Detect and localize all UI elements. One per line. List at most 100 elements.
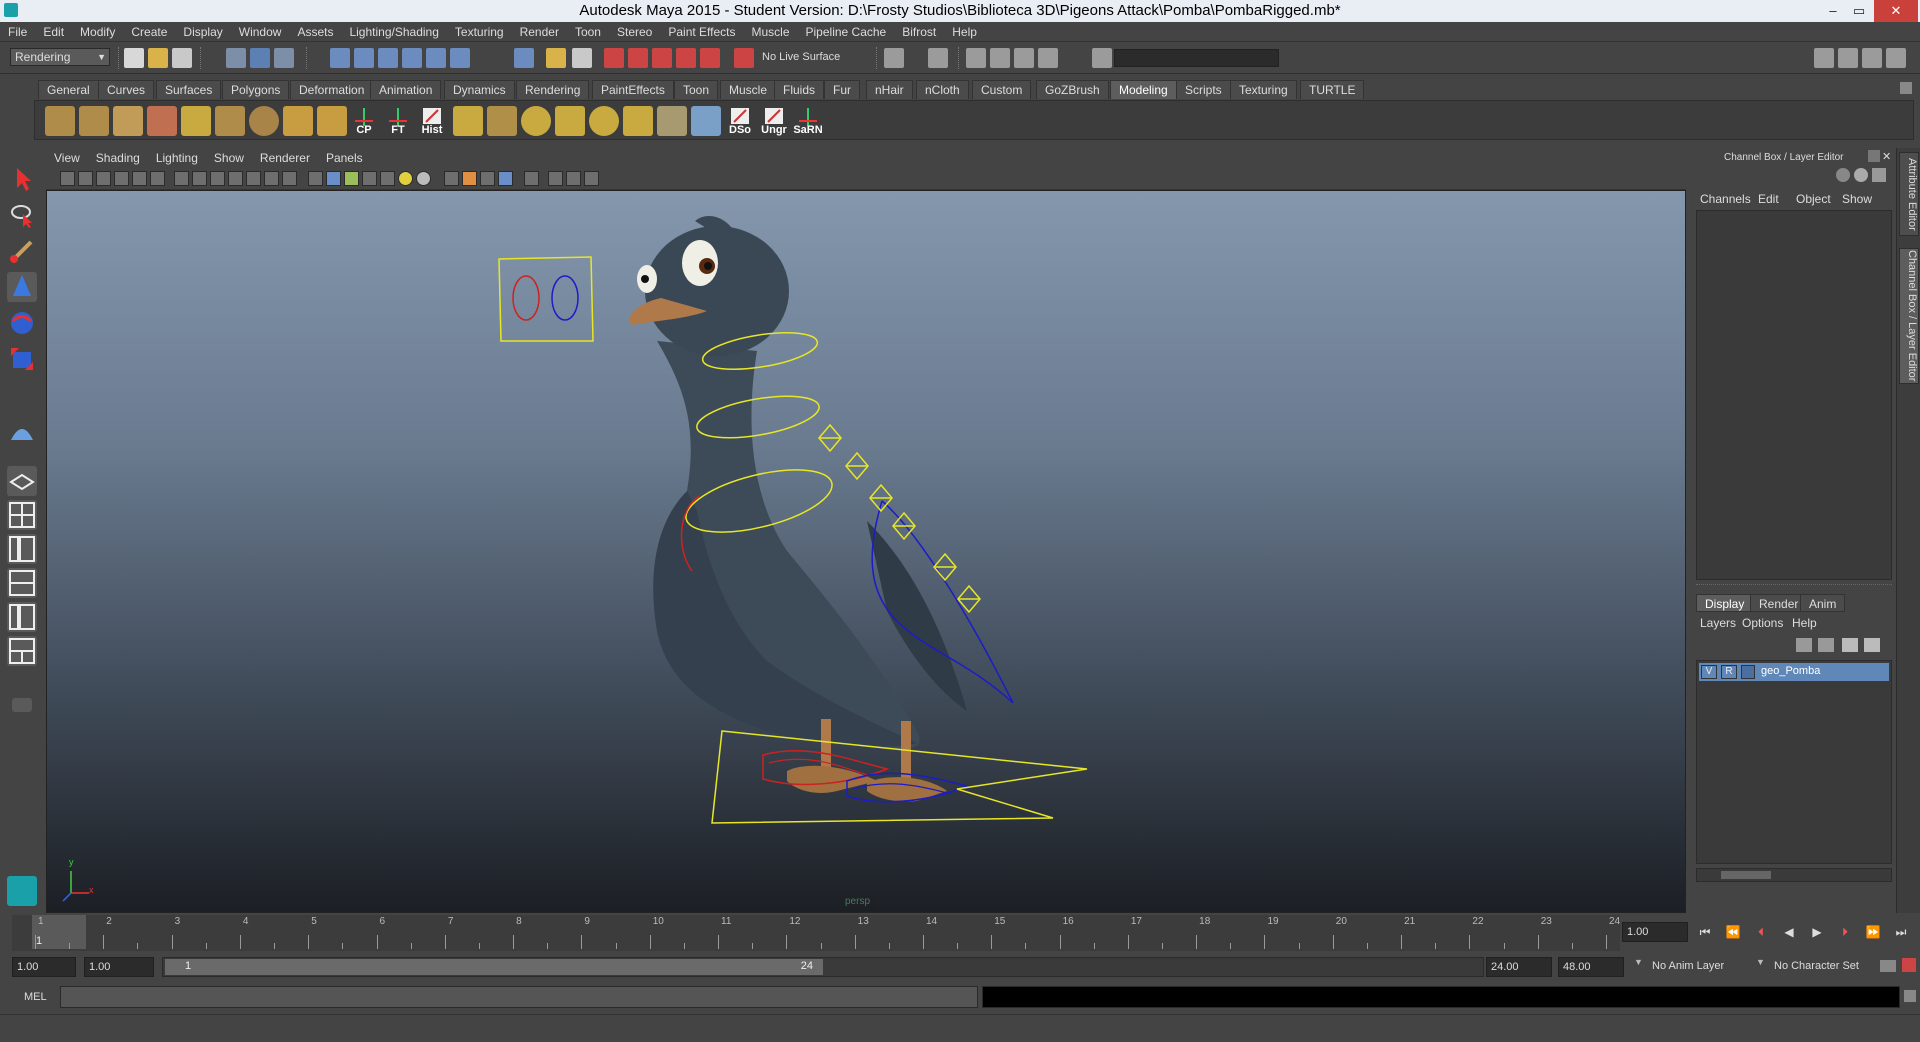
snap-curve-icon[interactable]	[354, 48, 374, 68]
hypershade-icon[interactable]	[700, 48, 720, 68]
gate-mask-icon[interactable]	[228, 171, 243, 186]
attribute-icon[interactable]	[1854, 168, 1868, 182]
shelf-tab-custom[interactable]: Custom	[972, 80, 1032, 99]
move-layer-up-icon[interactable]	[1842, 638, 1858, 652]
isolate-select-icon[interactable]	[498, 171, 513, 186]
menu-assets[interactable]: Assets	[289, 22, 341, 42]
step-back-frame-icon[interactable]: ⏴	[1750, 922, 1772, 942]
toolbox-collapse-icon[interactable]	[12, 698, 32, 712]
layer-row-geo-pomba[interactable]: V R geo_Pomba	[1699, 663, 1889, 681]
poly-plane-icon[interactable]	[79, 106, 109, 136]
end-time-field[interactable]: 48.00	[1558, 957, 1624, 977]
poly-merge-icon[interactable]	[283, 106, 313, 136]
animation-preferences-icon[interactable]	[1902, 958, 1916, 972]
film-gate-icon[interactable]	[192, 171, 207, 186]
go-to-end-icon[interactable]: ⏭	[1890, 922, 1912, 942]
move-layer-down-icon[interactable]	[1864, 638, 1880, 652]
script-persp-layout-icon[interactable]	[7, 636, 37, 666]
lasso-tool-icon[interactable]	[7, 200, 37, 230]
layer-color-swatch[interactable]	[1741, 665, 1755, 679]
snap-live-icon[interactable]	[426, 48, 446, 68]
snap-view-plane-icon[interactable]	[402, 48, 422, 68]
shelf-tab-polygons[interactable]: Polygons	[222, 80, 290, 99]
magnet-icon[interactable]	[734, 48, 754, 68]
input-line-icon[interactable]	[884, 48, 904, 68]
tool-settings-icon[interactable]	[990, 48, 1010, 68]
snap-grid-icon[interactable]	[330, 48, 350, 68]
step-forward-key-icon[interactable]: ⏩	[1862, 922, 1884, 942]
delete-history-button[interactable]: Hist	[417, 106, 447, 136]
menu-edit[interactable]: Edit	[35, 22, 72, 42]
menu-texturing[interactable]: Texturing	[447, 22, 512, 42]
quick-select-icon[interactable]	[1092, 48, 1112, 68]
poly-combine-icon[interactable]	[487, 106, 517, 136]
poly-bevel-icon[interactable]	[181, 106, 211, 136]
sculpt-icon[interactable]	[589, 106, 619, 136]
layer-visibility-toggle[interactable]: V	[1701, 665, 1717, 679]
sarn-button[interactable]: SaRN	[793, 106, 823, 136]
center-pivot-button[interactable]: CP	[349, 106, 379, 136]
screen-space-ao-icon[interactable]	[416, 171, 431, 186]
command-input[interactable]	[60, 986, 978, 1008]
shelf-tab-deformation[interactable]: Deformation	[290, 80, 374, 99]
menu-create[interactable]: Create	[123, 22, 175, 42]
menu-lighting-shading[interactable]: Lighting/Shading	[341, 22, 446, 42]
poly-split-icon[interactable]	[147, 106, 177, 136]
range-slider[interactable]: 1 24	[162, 957, 1484, 977]
character-set-dropdown[interactable]: No Character Set	[1774, 960, 1859, 972]
poly-extrude-icon[interactable]	[113, 106, 143, 136]
menu-channels[interactable]: Channels	[1700, 192, 1751, 206]
panel-splitter[interactable]	[1696, 584, 1892, 590]
rotate-tool-icon[interactable]	[7, 308, 37, 338]
render-current-icon[interactable]	[604, 48, 624, 68]
step-forward-frame-icon[interactable]: ⏵	[1834, 922, 1856, 942]
shelf-tab-muscle[interactable]: Muscle	[720, 80, 777, 99]
share-icon[interactable]	[584, 171, 599, 186]
menu-modify[interactable]: Modify	[72, 22, 123, 42]
poly-smooth-icon[interactable]	[453, 106, 483, 136]
step-back-key-icon[interactable]: ⏪	[1722, 922, 1744, 942]
shadows-icon[interactable]	[398, 171, 413, 186]
graph-persp-layout-icon[interactable]	[7, 568, 37, 598]
new-scene-icon[interactable]	[124, 48, 144, 68]
playback-start-field[interactable]: 1.00	[84, 957, 154, 977]
xray-joints-icon[interactable]	[548, 171, 563, 186]
depth-of-field-icon[interactable]	[480, 171, 495, 186]
shelf-tab-scripts[interactable]: Scripts	[1176, 80, 1231, 99]
shelf-tab-painteffects[interactable]: PaintEffects	[592, 80, 674, 99]
select-hierarchy-icon[interactable]	[226, 48, 246, 68]
snap-point-icon[interactable]	[378, 48, 398, 68]
menuset-dropdown[interactable]: Rendering ▼	[10, 48, 110, 66]
menu-muscle[interactable]: Muscle	[744, 22, 798, 42]
panel-menu-view[interactable]: View	[46, 148, 88, 168]
grid-toggle-icon[interactable]	[174, 171, 189, 186]
ipr-render-icon[interactable]	[628, 48, 648, 68]
panel-menu-shading[interactable]: Shading	[88, 148, 148, 168]
resolution-gate-icon[interactable]	[210, 171, 225, 186]
channel-list[interactable]	[1696, 210, 1892, 580]
shelf-tab-fluids[interactable]: Fluids	[774, 80, 825, 99]
xray-active-icon[interactable]	[566, 171, 581, 186]
channel-toggle-icon[interactable]	[1886, 48, 1906, 68]
safe-action-icon[interactable]	[264, 171, 279, 186]
menu-show[interactable]: Show	[1842, 192, 1872, 206]
panel-layout-icon[interactable]	[1038, 48, 1058, 68]
maximize-button[interactable]: ▭	[1846, 0, 1872, 22]
menu-help[interactable]: Help	[1792, 616, 1817, 630]
xray-icon[interactable]	[524, 171, 539, 186]
shelf-tab-nhair[interactable]: nHair	[866, 80, 913, 99]
menu-bifrost[interactable]: Bifrost	[894, 22, 944, 42]
shelf-menu-icon[interactable]	[1900, 82, 1912, 94]
workspace-icon[interactable]	[1814, 48, 1834, 68]
select-tool-icon[interactable]	[7, 164, 37, 194]
panel-menu-show[interactable]: Show	[206, 148, 252, 168]
close-button[interactable]: ✕	[1874, 0, 1918, 22]
channel-box-icon[interactable]	[1014, 48, 1034, 68]
anim-layer-dropdown[interactable]: No Anim Layer	[1652, 960, 1724, 972]
settings-icon[interactable]	[1862, 48, 1882, 68]
new-layer-from-selection-icon[interactable]	[1818, 638, 1834, 652]
channel-box-icon[interactable]	[1836, 168, 1850, 182]
snap-surface-icon[interactable]	[450, 48, 470, 68]
move-tool-icon[interactable]	[7, 272, 37, 302]
tab-attribute-editor[interactable]: Attribute Editor	[1899, 152, 1919, 236]
